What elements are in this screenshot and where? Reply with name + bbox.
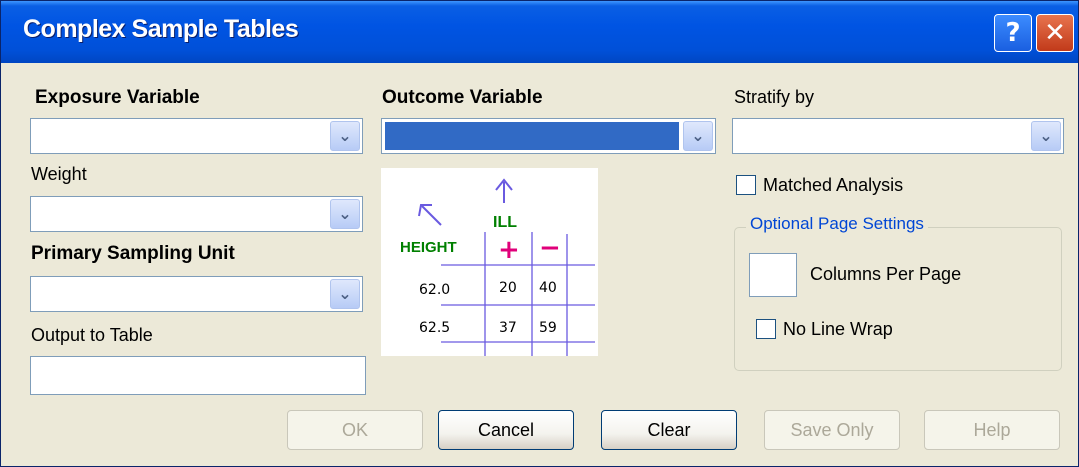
cancel-button[interactable]: Cancel <box>438 410 574 450</box>
minus-sign: − <box>539 233 561 263</box>
row-1-value: 62.0 <box>419 282 450 298</box>
close-icon: ✕ <box>1044 18 1066 48</box>
weight-combo[interactable]: ⌄ <box>30 196 363 232</box>
help-icon: ? <box>1005 18 1021 48</box>
optional-page-settings-group <box>734 227 1062 371</box>
illustration-graphic: ILL HEIGHT + − 62.0 20 40 62.5 37 59 <box>400 178 595 356</box>
outcome-variable-label: Outcome Variable <box>382 87 543 108</box>
outcome-name-text: ILL <box>493 214 517 231</box>
no-line-wrap-checkbox[interactable] <box>756 319 776 339</box>
psu-label: Primary Sampling Unit <box>31 243 235 264</box>
ok-button[interactable]: OK <box>287 410 423 450</box>
arrow-up-icon <box>495 178 513 203</box>
chevron-down-icon[interactable]: ⌄ <box>330 121 360 151</box>
row-2-pos: 37 <box>499 320 517 336</box>
matched-analysis-checkbox[interactable] <box>736 175 756 195</box>
row-1-pos: 20 <box>499 280 517 296</box>
columns-per-page-label: Columns Per Page <box>810 264 962 284</box>
chevron-down-icon[interactable]: ⌄ <box>683 121 713 151</box>
chevron-down-icon[interactable]: ⌄ <box>330 199 360 229</box>
matched-analysis-label: Matched Analysis <box>763 175 904 195</box>
exposure-variable-label: Exposure Variable <box>35 87 200 108</box>
titlebar[interactable]: Complex Sample Tables ? ✕ <box>1 1 1078 63</box>
help-button[interactable]: Help <box>924 410 1060 450</box>
selection-highlight <box>385 122 679 150</box>
chevron-down-icon[interactable]: ⌄ <box>330 279 360 309</box>
save-only-button[interactable]: Save Only <box>764 410 900 450</box>
row-2-value: 62.5 <box>419 320 450 336</box>
help-title-button[interactable]: ? <box>994 14 1032 52</box>
contingency-table-illustration: ILL HEIGHT + − 62.0 20 40 62.5 37 59 <box>381 168 598 356</box>
chevron-down-icon[interactable]: ⌄ <box>1031 121 1061 151</box>
output-to-table-input[interactable] <box>30 356 366 395</box>
row-2-neg: 59 <box>539 320 557 336</box>
clear-button[interactable]: Clear <box>601 410 737 450</box>
complex-sample-tables-dialog: Complex Sample Tables ? ✕ Exposure Varia… <box>0 0 1079 467</box>
close-button[interactable]: ✕ <box>1036 14 1074 52</box>
window-title: Complex Sample Tables <box>23 15 299 43</box>
row-1-neg: 40 <box>539 280 557 296</box>
arrow-diagonal-icon <box>418 204 442 226</box>
weight-label: Weight <box>31 164 87 184</box>
psu-combo[interactable]: ⌄ <box>30 276 363 312</box>
stratify-by-label: Stratify by <box>734 87 815 107</box>
stratify-by-combo[interactable]: ⌄ <box>732 118 1064 154</box>
no-line-wrap-label: No Line Wrap <box>783 319 893 339</box>
outcome-variable-combo[interactable]: ⌄ <box>381 118 716 154</box>
columns-per-page-input[interactable] <box>749 253 797 297</box>
plus-sign: + <box>498 235 520 265</box>
exposure-variable-combo[interactable]: ⌄ <box>30 118 363 154</box>
output-to-table-label: Output to Table <box>31 325 153 345</box>
exposure-name-text: HEIGHT <box>400 239 457 256</box>
optional-page-settings-title: Optional Page Settings <box>746 214 928 234</box>
